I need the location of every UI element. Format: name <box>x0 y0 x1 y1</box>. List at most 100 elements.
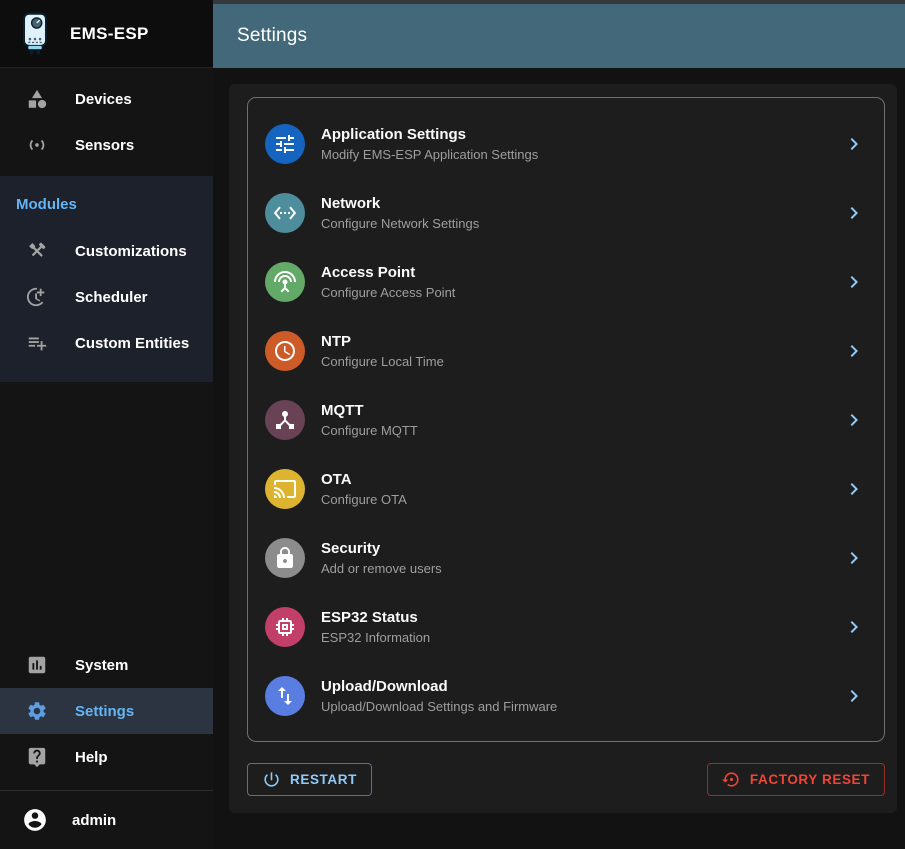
list-item-subtitle: Modify EMS-ESP Application Settings <box>321 147 538 162</box>
power-icon <box>262 770 281 789</box>
playlist-add-icon <box>26 332 48 354</box>
list-item-title: Application Settings <box>321 126 538 143</box>
chevron-right-icon <box>842 339 866 363</box>
gear-icon <box>26 700 48 722</box>
list-item-text: ESP32 Status ESP32 Information <box>321 609 430 645</box>
account-circle-icon <box>22 807 48 833</box>
factory-reset-button-label: FACTORY RESET <box>750 772 870 787</box>
list-item-title: OTA <box>321 471 407 488</box>
main-area: Settings Application Settings Modify EMS… <box>213 0 905 849</box>
import-export-icon <box>265 676 305 716</box>
sidebar-item-devices[interactable]: Devices <box>0 76 213 122</box>
list-item-upload-download[interactable]: Upload/Download Upload/Download Settings… <box>248 661 884 730</box>
chevron-right-icon <box>842 201 866 225</box>
backup-restore-icon <box>722 770 741 789</box>
sidebar-item-label: Sensors <box>75 137 134 154</box>
sidebar-item-settings[interactable]: Settings <box>0 688 213 734</box>
list-item-ntp[interactable]: NTP Configure Local Time <box>248 316 884 385</box>
list-item-mqtt[interactable]: MQTT Configure MQTT <box>248 385 884 454</box>
list-item-subtitle: Configure Network Settings <box>321 216 479 231</box>
sidebar-item-scheduler[interactable]: Scheduler <box>0 274 213 320</box>
restart-button-label: RESTART <box>290 772 357 787</box>
sidebar-modules-section: Modules Customizations Scheduler <box>0 176 213 382</box>
list-item-title: Upload/Download <box>321 678 557 695</box>
device-hub-icon <box>265 400 305 440</box>
construction-icon <box>26 240 48 262</box>
sidebar-item-label: Help <box>75 749 108 766</box>
list-item-title: NTP <box>321 333 444 350</box>
chevron-right-icon <box>842 615 866 639</box>
content: Application Settings Modify EMS-ESP Appl… <box>213 68 905 849</box>
list-item-title: Access Point <box>321 264 455 281</box>
list-item-network[interactable]: Network Configure Network Settings <box>248 178 884 247</box>
list-item-text: Upload/Download Upload/Download Settings… <box>321 678 557 714</box>
factory-reset-button[interactable]: FACTORY RESET <box>707 763 885 796</box>
chevron-right-icon <box>842 270 866 294</box>
ems-esp-app: EMS-ESP Devices Sensors Modules <box>0 0 905 849</box>
list-item-subtitle: Configure Access Point <box>321 285 455 300</box>
memory-chip-icon <box>265 607 305 647</box>
list-item-title: Security <box>321 540 442 557</box>
sidebar-item-system[interactable]: System <box>0 642 213 688</box>
sidebar-item-help[interactable]: Help <box>0 734 213 780</box>
list-item-title: Network <box>321 195 479 212</box>
sidebar-item-label: Devices <box>75 91 132 108</box>
antenna-icon <box>265 262 305 302</box>
list-item-subtitle: Configure OTA <box>321 492 407 507</box>
sidebar-item-custom-entities[interactable]: Custom Entities <box>0 320 213 366</box>
restart-button[interactable]: RESTART <box>247 763 372 796</box>
sidebar-item-label: Settings <box>75 703 134 720</box>
chevron-right-icon <box>842 408 866 432</box>
app-title: EMS-ESP <box>70 24 149 44</box>
settings-card: Application Settings Modify EMS-ESP Appl… <box>229 84 897 813</box>
list-item-text: Application Settings Modify EMS-ESP Appl… <box>321 126 538 162</box>
sidebar-item-label: Scheduler <box>75 289 148 306</box>
user-menu-admin[interactable]: admin <box>0 791 213 849</box>
list-item-subtitle: Configure Local Time <box>321 354 444 369</box>
category-icon <box>26 88 48 110</box>
chevron-right-icon <box>842 477 866 501</box>
analytics-icon <box>26 654 48 676</box>
settings-ethernet-icon <box>265 193 305 233</box>
cast-icon <box>265 469 305 509</box>
list-item-text: OTA Configure OTA <box>321 471 407 507</box>
list-item-application-settings[interactable]: Application Settings Modify EMS-ESP Appl… <box>248 109 884 178</box>
sidebar-bottom-nav: System Settings Help admin <box>0 642 213 849</box>
sidebar-header: EMS-ESP <box>0 0 213 68</box>
sidebar-main-nav: Devices Sensors <box>0 68 213 168</box>
chevron-right-icon <box>842 684 866 708</box>
page-title: Settings <box>237 25 307 47</box>
sidebar-item-label: System <box>75 657 128 674</box>
list-item-text: Access Point Configure Access Point <box>321 264 455 300</box>
sidebar-item-customizations[interactable]: Customizations <box>0 228 213 274</box>
sensors-icon <box>26 134 48 156</box>
chevron-right-icon <box>842 546 866 570</box>
sidebar-item-label: Customizations <box>75 243 187 260</box>
settings-list: Application Settings Modify EMS-ESP Appl… <box>247 97 885 742</box>
user-label: admin <box>72 812 116 829</box>
list-item-title: MQTT <box>321 402 418 419</box>
sidebar-item-label: Custom Entities <box>75 335 189 352</box>
list-item-text: NTP Configure Local Time <box>321 333 444 369</box>
more-time-icon <box>26 286 48 308</box>
chevron-right-icon <box>842 132 866 156</box>
live-help-icon <box>26 746 48 768</box>
list-item-text: Security Add or remove users <box>321 540 442 576</box>
clock-icon <box>265 331 305 371</box>
app-bar: Settings <box>213 4 905 68</box>
boiler-logo-icon <box>18 12 52 56</box>
action-buttons-row: RESTART FACTORY RESET <box>247 763 885 796</box>
list-item-subtitle: Upload/Download Settings and Firmware <box>321 699 557 714</box>
list-item-text: MQTT Configure MQTT <box>321 402 418 438</box>
sidebar-item-sensors[interactable]: Sensors <box>0 122 213 168</box>
list-item-text: Network Configure Network Settings <box>321 195 479 231</box>
list-item-security[interactable]: Security Add or remove users <box>248 523 884 592</box>
list-item-title: ESP32 Status <box>321 609 430 626</box>
list-item-subtitle: Add or remove users <box>321 561 442 576</box>
list-item-esp32-status[interactable]: ESP32 Status ESP32 Information <box>248 592 884 661</box>
list-item-ota[interactable]: OTA Configure OTA <box>248 454 884 523</box>
list-item-access-point[interactable]: Access Point Configure Access Point <box>248 247 884 316</box>
modules-section-title: Modules <box>0 176 213 228</box>
list-item-subtitle: Configure MQTT <box>321 423 418 438</box>
tune-icon <box>265 124 305 164</box>
